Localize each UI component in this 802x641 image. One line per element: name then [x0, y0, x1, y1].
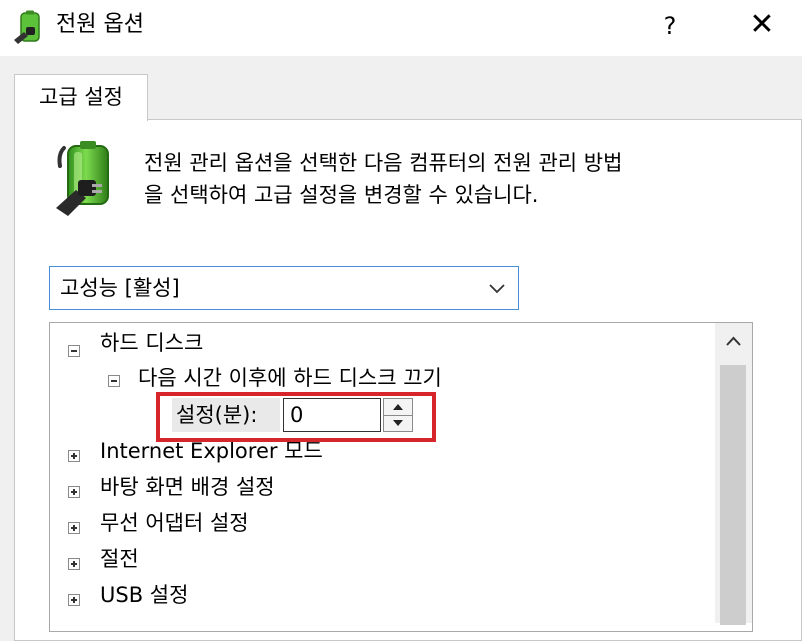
scroll-thumb[interactable]	[720, 365, 746, 625]
collapse-icon[interactable]	[68, 345, 80, 357]
expand-icon[interactable]	[68, 486, 80, 498]
chevron-up-icon	[726, 336, 741, 346]
tab-advanced-settings[interactable]: 고급 설정	[14, 74, 148, 121]
close-button[interactable]: ✕	[730, 6, 794, 46]
chevron-down-icon	[489, 284, 505, 294]
scroll-up-button[interactable]	[715, 323, 752, 361]
expand-icon[interactable]	[68, 522, 80, 534]
expand-icon[interactable]	[68, 594, 80, 606]
tree-item-usb-settings[interactable]: USB 설정	[100, 578, 188, 612]
tree-scrollbar[interactable]	[715, 323, 752, 625]
description: 전원 관리 옵션을 선택한 다음 컴퓨터의 전원 관리 방법 을 선택하여 고급…	[144, 147, 784, 211]
title-bar: 전원 옵션 ? ✕	[0, 0, 802, 56]
tree-item-desktop-background[interactable]: 바탕 화면 배경 설정	[100, 470, 275, 504]
tree-item-hard-disk[interactable]: 하드 디스크	[100, 326, 203, 360]
power-battery-icon	[14, 10, 40, 44]
power-plan-value: 고성능 [활성]	[60, 276, 180, 300]
collapse-icon[interactable]	[108, 375, 120, 387]
tree-item-turn-off-hard-disk[interactable]: 다음 시간 이후에 하드 디스크 끄기	[138, 361, 442, 395]
description-line-1: 전원 관리 옵션을 선택한 다음 컴퓨터의 전원 관리 방법	[144, 151, 623, 175]
tree-item-wireless-adapter[interactable]: 무선 어댑터 설정	[100, 506, 249, 540]
expand-icon[interactable]	[68, 450, 80, 462]
power-plan-dropdown[interactable]: 고성능 [활성]	[49, 266, 519, 310]
description-line-2: 을 선택하여 고급 설정을 변경할 수 있습니다.	[144, 183, 539, 207]
window-title: 전원 옵션	[56, 12, 144, 37]
help-button[interactable]: ?	[640, 6, 700, 46]
tree-item-sleep[interactable]: 절전	[100, 542, 139, 576]
expand-icon[interactable]	[68, 558, 80, 570]
power-battery-icon	[56, 141, 109, 216]
highlight-box	[156, 392, 436, 442]
